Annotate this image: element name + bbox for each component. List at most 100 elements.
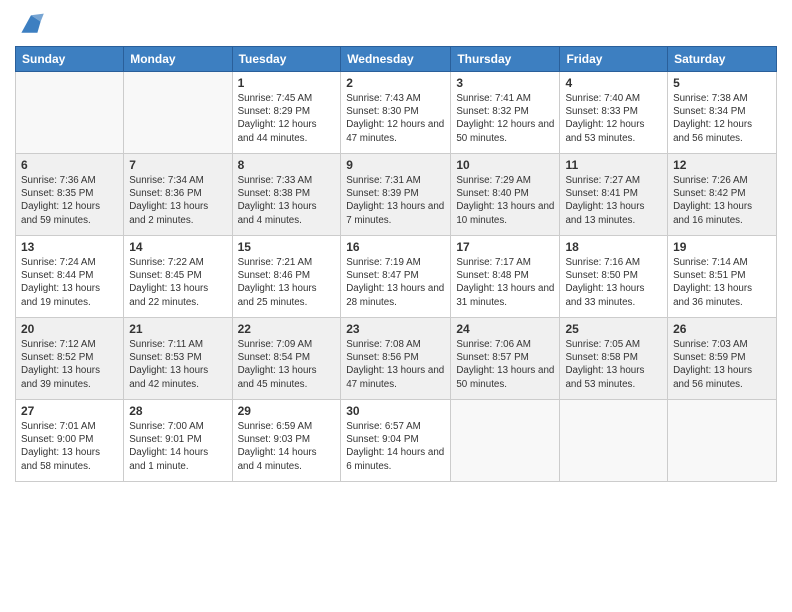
day-info: Sunrise: 7:09 AM Sunset: 8:54 PM Dayligh… — [238, 338, 336, 391]
day-number: 11 — [565, 158, 662, 172]
day-info: Sunrise: 7:17 AM Sunset: 8:48 PM Dayligh… — [456, 256, 554, 309]
calendar-cell: 20Sunrise: 7:12 AM Sunset: 8:52 PM Dayli… — [16, 318, 124, 400]
day-info: Sunrise: 7:33 AM Sunset: 8:38 PM Dayligh… — [238, 174, 336, 227]
day-number: 7 — [129, 158, 226, 172]
day-number: 19 — [673, 240, 771, 254]
calendar-cell: 30 Sunrise: 6:57 AM Sunset: 9:04 PM Dayli… — [341, 400, 451, 482]
day-number: 26 — [673, 322, 771, 336]
day-info: Sunrise: 7:41 AM Sunset: 8:32 PM Dayligh… — [456, 92, 554, 145]
day-number: 21 — [129, 322, 226, 336]
day-info: Sunrise: 7:08 AM Sunset: 8:56 PM Dayligh… — [346, 338, 445, 391]
day-info: Sunrise: 7:19 AM Sunset: 8:47 PM Dayligh… — [346, 256, 445, 309]
day-info: Sunrise: 7:12 AM Sunset: 8:52 PM Dayligh… — [21, 338, 118, 391]
calendar-cell: 5 Sunrise: 7:38 AM Sunset: 8:34 PM Daylig… — [668, 72, 777, 154]
day-info: Sunrise: 7:38 AM Sunset: 8:34 PM Dayligh… — [673, 92, 771, 145]
day-number: 2 — [346, 76, 445, 90]
calendar-cell: 12 Sunrise: 7:26 AM Sunset: 8:42 PM Dayli… — [668, 154, 777, 236]
day-info: Sunrise: 7:34 AM Sunset: 8:36 PM Dayligh… — [129, 174, 226, 227]
calendar-cell: 11Sunrise: 7:27 AM Sunset: 8:41 PM Dayli… — [560, 154, 668, 236]
weekday-header-tuesday: Tuesday — [232, 47, 341, 72]
day-info: Sunrise: 7:01 AM Sunset: 9:00 PM Dayligh… — [21, 420, 118, 473]
day-info: Sunrise: 7:24 AM Sunset: 8:44 PM Dayligh… — [21, 256, 118, 309]
day-number: 1 — [238, 76, 336, 90]
calendar-cell — [16, 72, 124, 154]
day-number: 5 — [673, 76, 771, 90]
day-info: Sunrise: 7:43 AM Sunset: 8:30 PM Dayligh… — [346, 92, 445, 145]
calendar-cell: 24 Sunrise: 7:06 AM Sunset: 8:57 PM Dayli… — [451, 318, 560, 400]
weekday-header-sunday: Sunday — [16, 47, 124, 72]
calendar-cell: 21 Sunrise: 7:11 AM Sunset: 8:53 PM Dayli… — [124, 318, 232, 400]
day-number: 29 — [238, 404, 336, 418]
calendar-cell: 19 Sunrise: 7:14 AM Sunset: 8:51 PM Dayli… — [668, 236, 777, 318]
day-number: 10 — [456, 158, 554, 172]
day-info: Sunrise: 7:21 AM Sunset: 8:46 PM Dayligh… — [238, 256, 336, 309]
day-number: 14 — [129, 240, 226, 254]
header — [15, 10, 777, 38]
day-info: Sunrise: 7:00 AM Sunset: 9:01 PM Dayligh… — [129, 420, 226, 473]
weekday-header-friday: Friday — [560, 47, 668, 72]
calendar-cell: 13Sunrise: 7:24 AM Sunset: 8:44 PM Dayli… — [16, 236, 124, 318]
calendar-cell: 8 Sunrise: 7:33 AM Sunset: 8:38 PM Daylig… — [232, 154, 341, 236]
day-info: Sunrise: 6:59 AM Sunset: 9:03 PM Dayligh… — [238, 420, 336, 473]
day-number: 17 — [456, 240, 554, 254]
day-number: 23 — [346, 322, 445, 336]
day-info: Sunrise: 7:05 AM Sunset: 8:58 PM Dayligh… — [565, 338, 662, 391]
weekday-header-wednesday: Wednesday — [341, 47, 451, 72]
day-info: Sunrise: 7:11 AM Sunset: 8:53 PM Dayligh… — [129, 338, 226, 391]
day-number: 30 — [346, 404, 445, 418]
calendar-week-4: 20Sunrise: 7:12 AM Sunset: 8:52 PM Dayli… — [16, 318, 777, 400]
calendar-cell — [668, 400, 777, 482]
calendar-cell — [124, 72, 232, 154]
day-number: 24 — [456, 322, 554, 336]
calendar-cell: 17 Sunrise: 7:17 AM Sunset: 8:48 PM Dayli… — [451, 236, 560, 318]
day-number: 8 — [238, 158, 336, 172]
day-info: Sunrise: 7:36 AM Sunset: 8:35 PM Dayligh… — [21, 174, 118, 227]
day-info: Sunrise: 7:40 AM Sunset: 8:33 PM Dayligh… — [565, 92, 662, 145]
calendar-cell: 7 Sunrise: 7:34 AM Sunset: 8:36 PM Daylig… — [124, 154, 232, 236]
calendar-cell: 9 Sunrise: 7:31 AM Sunset: 8:39 PM Daylig… — [341, 154, 451, 236]
calendar-cell — [560, 400, 668, 482]
calendar-cell: 25 Sunrise: 7:05 AM Sunset: 8:58 PM Dayli… — [560, 318, 668, 400]
calendar-cell: 18Sunrise: 7:16 AM Sunset: 8:50 PM Dayli… — [560, 236, 668, 318]
day-info: Sunrise: 7:45 AM Sunset: 8:29 PM Dayligh… — [238, 92, 336, 145]
calendar-table: SundayMondayTuesdayWednesdayThursdayFrid… — [15, 46, 777, 482]
calendar-cell: 6 Sunrise: 7:36 AM Sunset: 8:35 PM Daylig… — [16, 154, 124, 236]
day-number: 6 — [21, 158, 118, 172]
day-number: 27 — [21, 404, 118, 418]
weekday-header-monday: Monday — [124, 47, 232, 72]
day-number: 12 — [673, 158, 771, 172]
logo — [15, 10, 51, 38]
day-number: 28 — [129, 404, 226, 418]
calendar-cell: 10Sunrise: 7:29 AM Sunset: 8:40 PM Dayli… — [451, 154, 560, 236]
calendar-cell: 2 Sunrise: 7:43 AM Sunset: 8:30 PM Daylig… — [341, 72, 451, 154]
day-info: Sunrise: 6:57 AM Sunset: 9:04 PM Dayligh… — [346, 420, 445, 473]
calendar-cell: 23 Sunrise: 7:08 AM Sunset: 8:56 PM Dayli… — [341, 318, 451, 400]
calendar-cell: 16 Sunrise: 7:19 AM Sunset: 8:47 PM Dayli… — [341, 236, 451, 318]
day-info: Sunrise: 7:22 AM Sunset: 8:45 PM Dayligh… — [129, 256, 226, 309]
day-info: Sunrise: 7:14 AM Sunset: 8:51 PM Dayligh… — [673, 256, 771, 309]
calendar-cell: 1 Sunrise: 7:45 AM Sunset: 8:29 PM Daylig… — [232, 72, 341, 154]
day-number: 18 — [565, 240, 662, 254]
calendar-cell — [451, 400, 560, 482]
day-number: 25 — [565, 322, 662, 336]
day-info: Sunrise: 7:03 AM Sunset: 8:59 PM Dayligh… — [673, 338, 771, 391]
weekday-header-row: SundayMondayTuesdayWednesdayThursdayFrid… — [16, 47, 777, 72]
day-info: Sunrise: 7:06 AM Sunset: 8:57 PM Dayligh… — [456, 338, 554, 391]
calendar-week-1: 1 Sunrise: 7:45 AM Sunset: 8:29 PM Daylig… — [16, 72, 777, 154]
day-number: 3 — [456, 76, 554, 90]
calendar-cell: 28 Sunrise: 7:00 AM Sunset: 9:01 PM Dayli… — [124, 400, 232, 482]
weekday-header-saturday: Saturday — [668, 47, 777, 72]
logo-icon — [15, 10, 47, 38]
day-info: Sunrise: 7:31 AM Sunset: 8:39 PM Dayligh… — [346, 174, 445, 227]
day-number: 16 — [346, 240, 445, 254]
weekday-header-thursday: Thursday — [451, 47, 560, 72]
day-number: 9 — [346, 158, 445, 172]
calendar-week-3: 13Sunrise: 7:24 AM Sunset: 8:44 PM Dayli… — [16, 236, 777, 318]
day-info: Sunrise: 7:26 AM Sunset: 8:42 PM Dayligh… — [673, 174, 771, 227]
calendar-cell: 15Sunrise: 7:21 AM Sunset: 8:46 PM Dayli… — [232, 236, 341, 318]
calendar-cell: 27 Sunrise: 7:01 AM Sunset: 9:00 PM Dayli… — [16, 400, 124, 482]
calendar-cell: 22 Sunrise: 7:09 AM Sunset: 8:54 PM Dayli… — [232, 318, 341, 400]
calendar-cell: 29 Sunrise: 6:59 AM Sunset: 9:03 PM Dayli… — [232, 400, 341, 482]
calendar-week-5: 27 Sunrise: 7:01 AM Sunset: 9:00 PM Dayli… — [16, 400, 777, 482]
day-number: 22 — [238, 322, 336, 336]
